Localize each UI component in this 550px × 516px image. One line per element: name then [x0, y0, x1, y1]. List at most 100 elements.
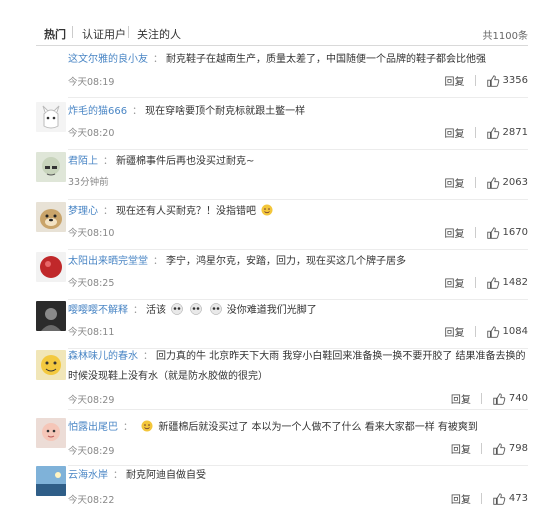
- comment-actions: 回复 473: [451, 491, 528, 506]
- like-count: 2063: [502, 177, 528, 188]
- avatar[interactable]: [36, 466, 66, 496]
- comment-line: 这文尔雅的良小友：耐克鞋子在越南生产，质量太差了，中国随便一个品牌的鞋子都会比他…: [68, 54, 486, 65]
- like-count: 1482: [502, 277, 528, 288]
- thumb-up-icon[interactable]: [492, 442, 506, 456]
- comment-time: 今天08:11: [68, 327, 115, 338]
- avatar[interactable]: [36, 418, 66, 448]
- comment-text: 新疆棉事件后再也没买过耐克~: [116, 156, 255, 167]
- comment-time: 今天08:29: [68, 446, 115, 457]
- reply-button[interactable]: 回复: [445, 125, 465, 140]
- comment-line: 云海水岸：耐克阿迪自做自受: [68, 470, 206, 481]
- comment-time: 今天08:19: [68, 77, 115, 88]
- avatar[interactable]: [36, 102, 66, 132]
- comment-actions: 回复 2871: [445, 125, 528, 140]
- like-count: 2871: [502, 127, 528, 138]
- smile-emoji-icon: [261, 204, 273, 216]
- thumb-up-icon[interactable]: [492, 492, 506, 506]
- actions-divider: [474, 326, 476, 337]
- comment-username[interactable]: 云海水岸: [68, 470, 108, 481]
- reply-button[interactable]: 回复: [451, 391, 471, 406]
- comment-username[interactable]: 嘤嘤嘤不解释: [68, 305, 128, 316]
- comment-line: 梦理心：现在还有人买耐克？！没指错吧: [68, 204, 528, 220]
- reply-button[interactable]: 回复: [445, 275, 465, 290]
- actions-divider: [480, 493, 482, 504]
- comment-line: 炸毛的猫666：现在穿啥要顶个耐克标就跟土鳖一样: [68, 106, 306, 117]
- comment-divider: [68, 409, 528, 410]
- thumb-up-icon[interactable]: [486, 74, 500, 88]
- tab-following[interactable]: 关注的人: [137, 26, 181, 42]
- comment-time: 今天08:29: [68, 395, 115, 406]
- comment-text: 耐克鞋子在越南生产，质量太差了，中国随便一个品牌的鞋子都会比他强: [166, 54, 486, 65]
- comment-item: 云海水岸：耐克阿迪自做自受 今天08:22 回复 473: [36, 462, 528, 514]
- comment-actions: 回复 2063: [445, 175, 528, 190]
- reply-button[interactable]: 回复: [451, 441, 471, 456]
- comment-username[interactable]: 炸毛的猫666: [68, 106, 127, 117]
- actions-divider: [474, 277, 476, 288]
- comment-text: 李宁，鸿星尔克，安踏，回力，现在买这几个牌子居多: [166, 256, 406, 267]
- avatar[interactable]: [36, 202, 66, 232]
- comment-time: 今天08:25: [68, 278, 115, 289]
- comment-time: 今天08:20: [68, 128, 115, 139]
- like-count: 1084: [502, 326, 528, 337]
- comment-text: 耐克阿迪自做自受: [126, 470, 206, 481]
- comment-time: 今天08:10: [68, 228, 115, 239]
- actions-divider: [474, 227, 476, 238]
- comment-text: 现在还有人买耐克？！没指错吧: [116, 206, 256, 217]
- actions-divider: [474, 177, 476, 188]
- thumb-up-icon[interactable]: [492, 392, 506, 406]
- like-count: 740: [508, 393, 528, 404]
- thumb-up-icon[interactable]: [486, 325, 500, 339]
- comment-line: 太阳出来晒完堂堂：李宁，鸿星尔克，安踏，回力，现在买这几个牌子居多: [68, 256, 406, 267]
- comment-line: 君陌上：新疆棉事件后再也没买过耐克~: [68, 156, 255, 167]
- reply-button[interactable]: 回复: [445, 324, 465, 339]
- thumb-up-icon[interactable]: [486, 226, 500, 240]
- tab-hot[interactable]: 热门: [44, 26, 66, 42]
- tab-divider: [128, 26, 129, 38]
- reply-button[interactable]: 回复: [445, 225, 465, 240]
- thumb-up-icon[interactable]: [486, 276, 500, 290]
- comment-line: 嘤嘤嘤不解释：活该 没你难道我们光脚了: [68, 303, 317, 316]
- thumb-up-icon[interactable]: [486, 176, 500, 190]
- comment-item: 森林味儿的春水：回力真的牛 北京昨天下大雨 我穿小白鞋回来准备换一换不要开胶了 …: [36, 346, 528, 410]
- like-count: 1670: [502, 227, 528, 238]
- comment-item: 怕露出尾巴： 新疆棉后就没买过了 本以为一个人做不了什么 看来大家都一样 有被爽…: [36, 414, 528, 466]
- actions-divider: [480, 393, 482, 404]
- like-count: 473: [508, 493, 528, 504]
- comment-text-continued: 没你难道我们光脚了: [226, 305, 317, 316]
- avatar[interactable]: [36, 252, 66, 282]
- like-count: 3356: [502, 75, 528, 86]
- comment-actions: 回复 740: [451, 391, 528, 406]
- actions-divider: [474, 127, 476, 138]
- comment-username[interactable]: 君陌上: [68, 156, 98, 167]
- avatar[interactable]: [36, 301, 66, 331]
- thumb-up-icon[interactable]: [486, 126, 500, 140]
- crying-emoji-icon: [190, 303, 203, 315]
- comment-username[interactable]: 梦理心: [68, 206, 98, 217]
- comment-username[interactable]: 森林味儿的春水: [68, 351, 138, 362]
- comment-item: 嘤嘤嘤不解释：活该 没你难道我们光脚了 今天08:11 回复 1084: [36, 297, 528, 349]
- tab-verified-users[interactable]: 认证用户: [82, 26, 126, 42]
- comment-time: 今天08:22: [68, 495, 115, 506]
- comment-text: 现在穿啥要顶个耐克标就跟土鳖一样: [145, 106, 306, 117]
- avatar[interactable]: [36, 350, 66, 380]
- comment-actions: 回复 1482: [445, 275, 528, 290]
- comment-username[interactable]: 太阳出来晒完堂堂: [68, 256, 148, 267]
- reply-button[interactable]: 回复: [445, 175, 465, 190]
- comment-actions: 回复 3356: [445, 73, 528, 88]
- comment-item: 这文尔雅的良小友：耐克鞋子在越南生产，质量太差了，中国随便一个品牌的鞋子都会比他…: [36, 46, 528, 98]
- comment-username[interactable]: 这文尔雅的良小友: [68, 54, 148, 65]
- comment-item: 梦理心：现在还有人买耐克？！没指错吧 今天08:10 回复 1670: [36, 198, 528, 250]
- comment-text: 活该: [146, 305, 166, 316]
- comment-item: 炸毛的猫666：现在穿啥要顶个耐克标就跟土鳖一样 今天08:20 回复 2871: [36, 98, 528, 150]
- comment-time: 33分钟前: [68, 177, 109, 188]
- comment-actions: 回复 798: [451, 441, 528, 456]
- comment-item: 君陌上：新疆棉事件后再也没买过耐克~ 33分钟前 回复 2063: [36, 148, 528, 200]
- avatar[interactable]: [36, 152, 66, 182]
- comment-line: 怕露出尾巴： 新疆棉后就没买过了 本以为一个人做不了什么 看来大家都一样 有被爽…: [68, 420, 478, 433]
- comment-actions: 回复 1670: [445, 225, 528, 240]
- comment-username[interactable]: 怕露出尾巴: [68, 422, 118, 433]
- like-count: 798: [508, 443, 528, 454]
- reply-button[interactable]: 回复: [451, 491, 471, 506]
- reply-button[interactable]: 回复: [445, 73, 465, 88]
- tab-divider: [72, 26, 73, 38]
